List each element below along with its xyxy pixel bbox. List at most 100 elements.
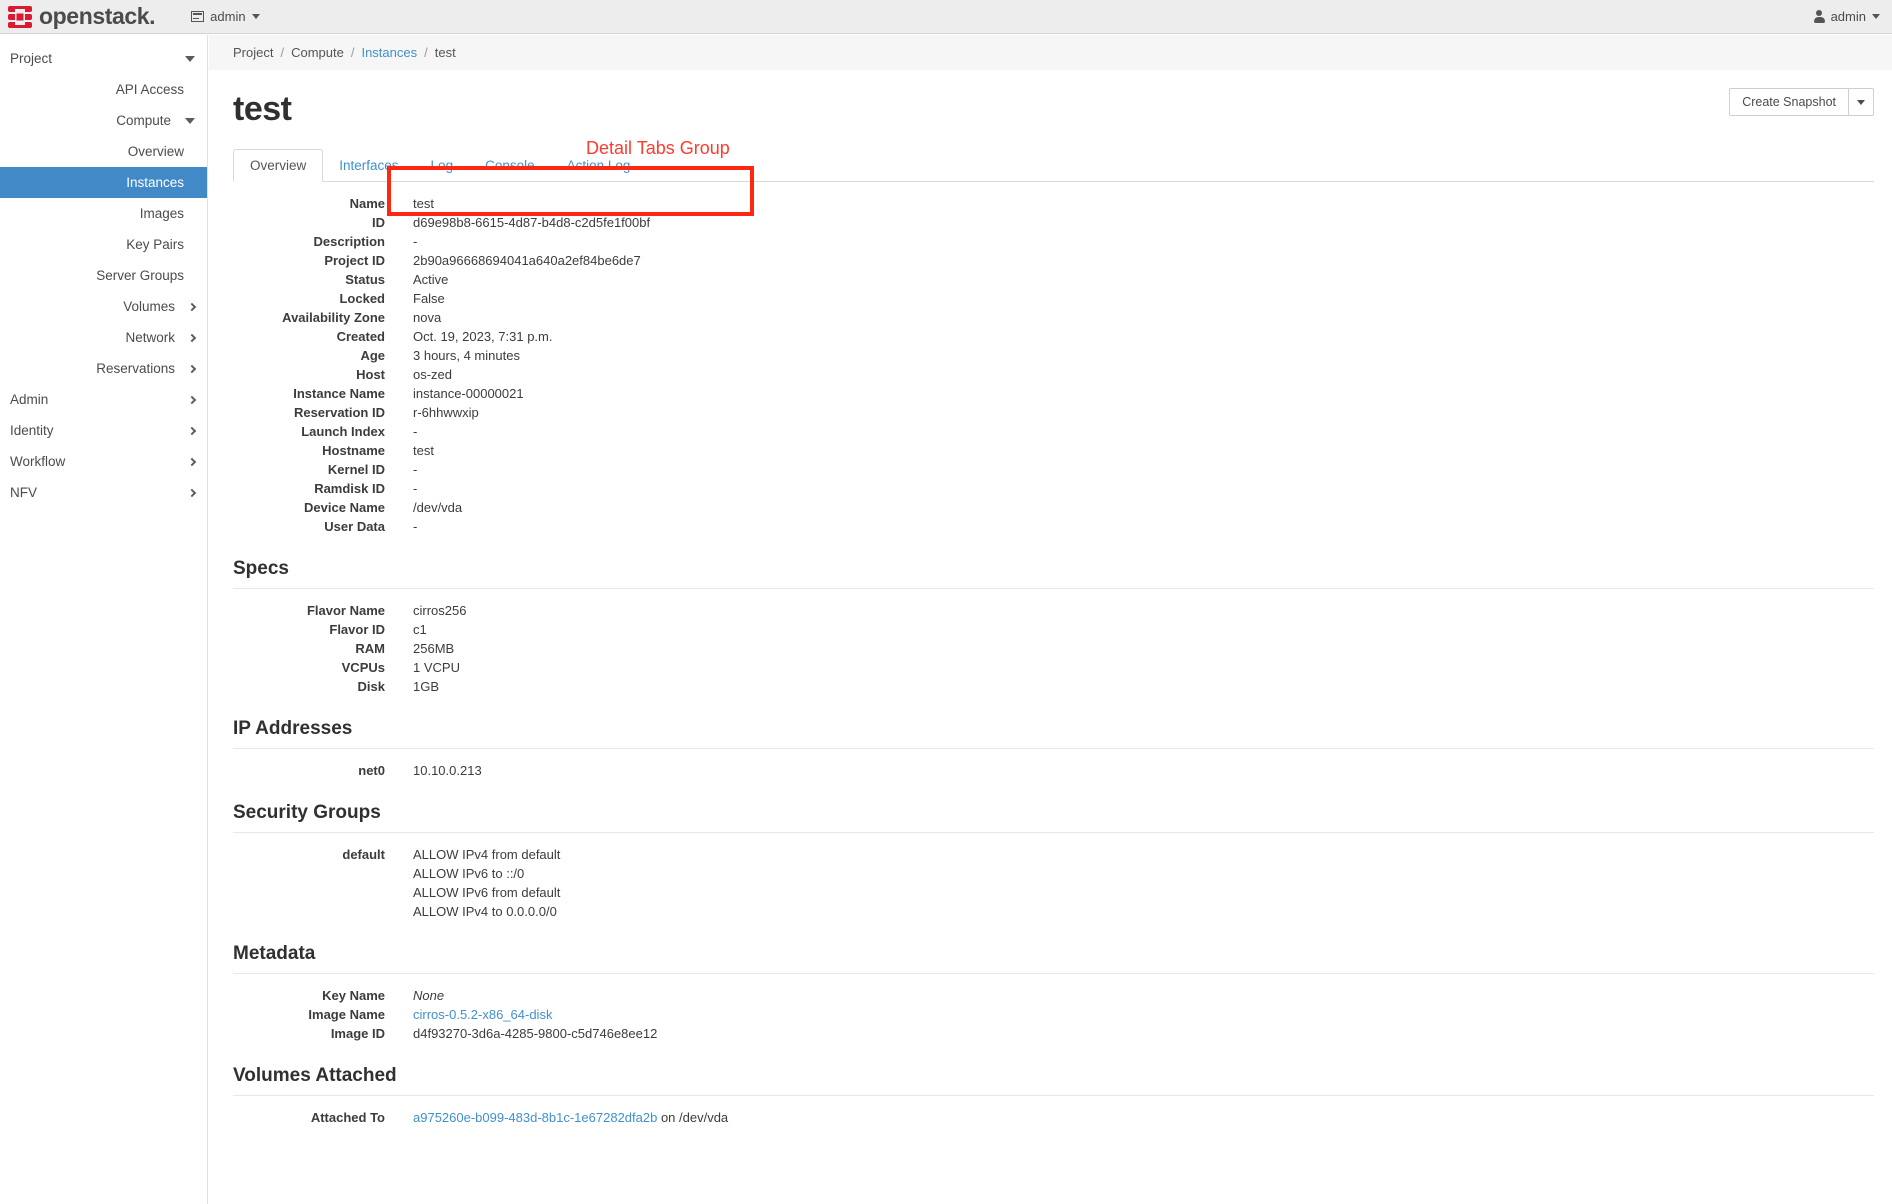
metadata-heading: Metadata	[233, 943, 1892, 965]
detail-value: -	[413, 232, 417, 251]
sidebar-item-reservations[interactable]: Reservations	[0, 353, 207, 384]
brand-name: openstack	[39, 3, 149, 29]
page-title: test	[233, 92, 1892, 126]
sidebar-item-label: Compute	[116, 113, 171, 128]
detail-key: Disk	[233, 677, 385, 696]
security-group-rule: ALLOW IPv6 to ::/0	[413, 864, 560, 883]
sidebar-item-label: Instances	[126, 175, 184, 190]
top-navbar: openstack. admin admin	[0, 0, 1892, 34]
attached-device-suffix: on /dev/vda	[657, 1110, 728, 1125]
detail-value: 2b90a96668694041a640a2ef84be6de7	[413, 251, 641, 270]
metadata-row: Key Name None	[233, 986, 1892, 1005]
sidebar-item-label: Identity	[10, 423, 54, 438]
detail-value: -	[413, 479, 417, 498]
security-group-row: default ALLOW IPv4 from defaultALLOW IPv…	[233, 845, 1892, 921]
volume-id-link[interactable]: a975260e-b099-483d-8b1c-1e67282dfa2b	[413, 1110, 657, 1125]
detail-value: False	[413, 289, 445, 308]
key-name-label: Key Name	[233, 986, 385, 1005]
detail-value: test	[413, 441, 434, 460]
detail-key: Launch Index	[233, 422, 385, 441]
detail-key: Status	[233, 270, 385, 289]
detail-value: r-6hhwwxip	[413, 403, 479, 422]
detail-value: instance-00000021	[413, 384, 524, 403]
detail-key: net0	[233, 761, 385, 780]
instance-detail-row: Launch Index-	[233, 422, 1892, 441]
detail-key: Flavor Name	[233, 601, 385, 620]
detail-value: 1 VCPU	[413, 658, 460, 677]
key-name-value: None	[413, 986, 444, 1005]
instance-detail-row: Ramdisk ID-	[233, 479, 1892, 498]
tab-log[interactable]: Log	[415, 150, 470, 181]
breadcrumb-item[interactable]: Instances	[361, 45, 417, 60]
image-name-link[interactable]: cirros-0.5.2-x86_64-disk	[413, 1007, 552, 1022]
sidebar-item-volumes[interactable]: Volumes	[0, 291, 207, 322]
project-panel-icon	[191, 11, 204, 22]
sidebar-item-label: Images	[140, 206, 184, 221]
chevron-down-icon	[1872, 14, 1880, 19]
metadata-row: Image ID d4f93270-3d6a-4285-9800-c5d746e…	[233, 1024, 1892, 1043]
specs-detail-list: Flavor Namecirros256Flavor IDc1RAM256MBV…	[233, 589, 1892, 696]
sidebar-item-label: Key Pairs	[126, 237, 184, 252]
detail-value: Oct. 19, 2023, 7:31 p.m.	[413, 327, 552, 346]
chevron-right-icon	[188, 302, 196, 310]
chevron-down-icon	[185, 56, 195, 62]
user-menu[interactable]: admin	[1814, 9, 1892, 24]
specs-detail-row: Flavor Namecirros256	[233, 601, 1892, 620]
detail-value: d69e98b8-6615-4d87-b4d8-c2d5fe1f00bf	[413, 213, 650, 232]
sidebar-item-project[interactable]: Project	[0, 43, 207, 74]
attached-to-label: Attached To	[233, 1108, 385, 1127]
detail-key: Kernel ID	[233, 460, 385, 479]
tab-console[interactable]: Console	[469, 150, 551, 181]
image-id-label: Image ID	[233, 1024, 385, 1043]
sidebar-item-network[interactable]: Network	[0, 322, 207, 353]
sidebar-item-nfv[interactable]: NFV	[0, 477, 207, 508]
image-id-value: d4f93270-3d6a-4285-9800-c5d746e8ee12	[413, 1024, 657, 1043]
sidebar-item-key-pairs[interactable]: Key Pairs	[0, 229, 207, 260]
tab-interfaces[interactable]: Interfaces	[323, 150, 414, 181]
context-switcher[interactable]: admin	[185, 5, 265, 28]
overview-tab-panel: NametestIDd69e98b8-6615-4d87-b4d8-c2d5fe…	[209, 182, 1892, 1127]
create-snapshot-dropdown-toggle[interactable]	[1848, 88, 1874, 116]
detail-key: Hostname	[233, 441, 385, 460]
sidebar-nav: ProjectAPI Access Compute Overview Instance…	[0, 35, 208, 1204]
sidebar-item-label: Network	[125, 330, 175, 345]
openstack-logo-icon	[8, 5, 32, 29]
detail-value: /dev/vda	[413, 498, 462, 517]
sidebar-item-identity[interactable]: Identity	[0, 415, 207, 446]
breadcrumb: Project/Compute/Instances/test	[209, 35, 1892, 70]
tab-overview[interactable]: Overview	[233, 149, 323, 182]
detail-key: ID	[233, 213, 385, 232]
detail-value: 3 hours, 4 minutes	[413, 346, 520, 365]
detail-value: Active	[413, 270, 448, 289]
openstack-logo[interactable]: openstack.	[0, 3, 155, 30]
security-group-rule: ALLOW IPv4 from default	[413, 845, 560, 864]
instance-detail-row: LockedFalse	[233, 289, 1892, 308]
sidebar-item-instances[interactable]: Instances	[0, 167, 207, 198]
specs-detail-row: VCPUs1 VCPU	[233, 658, 1892, 677]
sidebar-item-api-access[interactable]: API Access	[0, 74, 207, 105]
sidebar-item-images[interactable]: Images	[0, 198, 207, 229]
sidebar-item-server-groups[interactable]: Server Groups	[0, 260, 207, 291]
detail-tabs-group: OverviewInterfacesLogConsoleAction Log	[233, 146, 1874, 182]
breadcrumb-separator: /	[424, 45, 428, 60]
sidebar-item-workflow[interactable]: Workflow	[0, 446, 207, 477]
instance-detail-row: Device Name/dev/vda	[233, 498, 1892, 517]
instance-detail-row: User Data-	[233, 517, 1892, 536]
detail-key: Created	[233, 327, 385, 346]
detail-key: RAM	[233, 639, 385, 658]
sidebar-item-admin[interactable]: Admin	[0, 384, 207, 415]
sidebar-item-label: Server Groups	[96, 268, 184, 283]
chevron-right-icon	[188, 395, 196, 403]
sidebar-item-label: Workflow	[10, 454, 65, 469]
detail-key: Reservation ID	[233, 403, 385, 422]
sidebar-item-overview[interactable]: Overview	[0, 136, 207, 167]
sidebar-item-compute[interactable]: Compute	[0, 105, 207, 136]
create-snapshot-button[interactable]: Create Snapshot	[1729, 88, 1848, 116]
detail-value: test	[413, 194, 434, 213]
breadcrumb-separator: /	[351, 45, 355, 60]
detail-value: -	[413, 517, 417, 536]
specs-detail-row: Disk1GB	[233, 677, 1892, 696]
user-icon	[1814, 10, 1825, 23]
specs-detail-row: Flavor IDc1	[233, 620, 1892, 639]
detail-value: nova	[413, 308, 441, 327]
